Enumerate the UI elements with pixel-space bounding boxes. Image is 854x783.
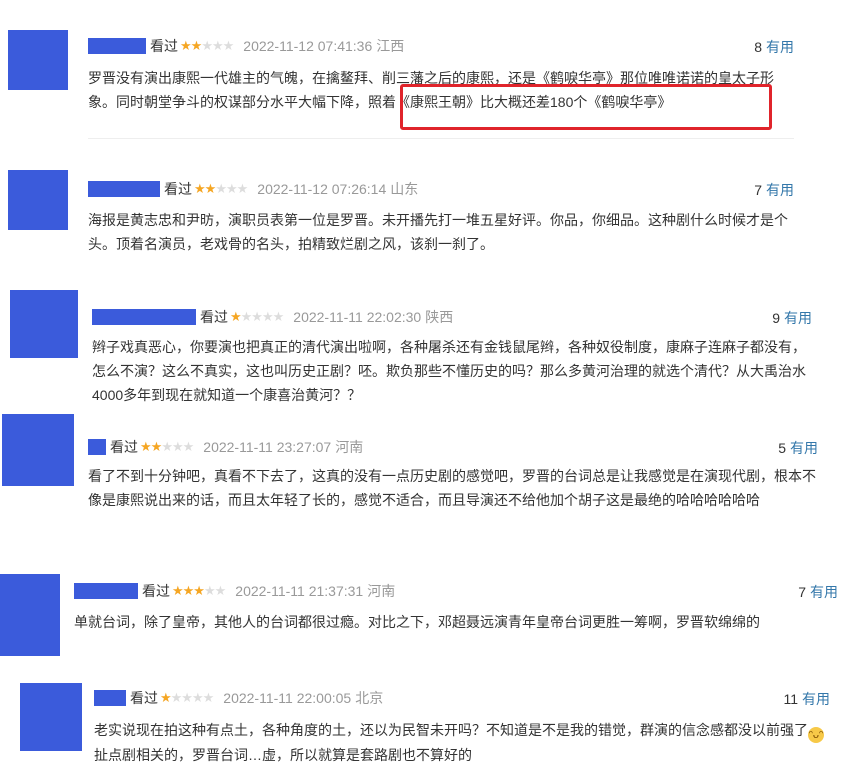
- comment-header: 看过 ★★★★★ 2022-11-11 23:27:07 河南: [88, 437, 363, 457]
- watched-status: 看过: [164, 181, 192, 197]
- rating-stars: ★★★★★: [172, 583, 226, 598]
- useful-button[interactable]: 有用: [784, 310, 812, 326]
- comment-text: 海报是黄志忠和尹昉，演职员表第一位是罗晋。未开播先打一堆五星好评。你品，你细品。…: [88, 212, 788, 252]
- useful-vote[interactable]: 11 有用: [783, 689, 830, 709]
- useful-vote[interactable]: 7 有用: [798, 582, 838, 602]
- rating-stars: ★★★★★: [180, 38, 234, 53]
- divider: [88, 138, 794, 139]
- comment-time: 2022-11-12 07:41:36: [243, 38, 373, 54]
- useful-button[interactable]: 有用: [766, 39, 794, 55]
- comment-header: 看过 ★★★★★ 2022-11-11 21:37:31 河南: [74, 581, 395, 601]
- useful-button[interactable]: 有用: [802, 691, 830, 707]
- avatar[interactable]: [20, 683, 82, 751]
- highlight-box: [400, 84, 772, 130]
- rating-stars: ★★★★★: [140, 439, 194, 454]
- username[interactable]: [88, 439, 106, 455]
- comment-time: 2022-11-11 22:00:05: [223, 690, 352, 706]
- avatar[interactable]: [2, 414, 74, 486]
- watched-status: 看过: [200, 309, 228, 325]
- comment-time: 2022-11-11 21:37:31: [235, 583, 364, 599]
- comment-text: 辫子戏真恶心，你要演也把真正的清代演出啦啊，各种屠杀还有金钱鼠尾辫，各种奴役制度…: [92, 339, 806, 403]
- username[interactable]: [94, 690, 126, 706]
- useful-vote[interactable]: 9 有用: [772, 308, 812, 328]
- watched-status: 看过: [150, 38, 178, 54]
- useful-button[interactable]: 有用: [766, 182, 794, 198]
- comment-time: 2022-11-11 22:02:30: [293, 309, 422, 325]
- comment-text: 看了不到十分钟吧，真看不下去了，这真的没有一点历史剧的感觉吧，罗晋的台词总是让我…: [88, 468, 816, 508]
- rating-stars: ★★★★★: [230, 309, 284, 324]
- rating-stars: ★★★★★: [160, 690, 214, 705]
- comment-header: 看过 ★★★★★ 2022-11-11 22:00:05 北京: [94, 688, 383, 708]
- watched-status: 看过: [142, 583, 170, 599]
- comment-location: 河南: [335, 439, 364, 455]
- useful-vote[interactable]: 7 有用: [754, 180, 794, 200]
- comment-location: 河南: [367, 583, 396, 599]
- comment-header: 看过 ★★★★★ 2022-11-12 07:26:14 山东: [88, 179, 418, 199]
- useful-vote[interactable]: 5 有用: [778, 438, 818, 458]
- watched-status: 看过: [130, 690, 158, 706]
- username[interactable]: [74, 583, 138, 599]
- comment-location: 江西: [376, 38, 405, 54]
- rating-stars: ★★★★★: [194, 181, 248, 196]
- comment-location: 山东: [390, 181, 419, 197]
- watched-status: 看过: [110, 439, 138, 455]
- username[interactable]: [88, 181, 160, 197]
- comment-text: 单就台词，除了皇帝，其他人的台词都很过瘾。对比之下，邓超聂远演青年皇帝台词更胜一…: [74, 614, 760, 630]
- comment-header: 看过 ★★★★★ 2022-11-12 07:41:36 江西: [88, 36, 404, 56]
- comment-location: 陕西: [425, 309, 454, 325]
- comment-location: 北京: [355, 690, 384, 706]
- laughing-face-icon: ᵔᴗᵔ: [808, 727, 824, 743]
- useful-count: 5: [778, 440, 786, 456]
- useful-button[interactable]: 有用: [810, 584, 838, 600]
- comment-text: 老实说现在拍这种有点土，各种角度的土，还以为民智未开吗？不知道是不是我的错觉，群…: [94, 718, 834, 767]
- comment-time: 2022-11-12 07:26:14: [257, 181, 387, 197]
- useful-vote[interactable]: 8 有用: [754, 37, 794, 57]
- useful-count: 7: [754, 182, 762, 198]
- username[interactable]: [92, 309, 196, 325]
- comment-text-part: 扯点剧相关的，罗晋台词…虚，所以就算是套路剧也不算好的: [94, 747, 472, 763]
- useful-count: 7: [798, 584, 806, 600]
- comment-time: 2022-11-11 23:27:07: [203, 439, 332, 455]
- useful-button[interactable]: 有用: [790, 440, 818, 456]
- username[interactable]: [88, 38, 146, 54]
- avatar[interactable]: [8, 30, 68, 90]
- useful-count: 8: [754, 39, 762, 55]
- useful-count: 11: [783, 691, 798, 707]
- avatar[interactable]: [0, 574, 60, 656]
- useful-count: 9: [772, 310, 780, 326]
- avatar[interactable]: [8, 170, 68, 230]
- comment-header: 看过 ★★★★★ 2022-11-11 22:02:30 陕西: [92, 307, 453, 327]
- comment-text-part: 老实说现在拍这种有点土，各种角度的土，还以为民智未开吗？不知道是不是我的错觉，群…: [94, 722, 808, 738]
- avatar[interactable]: [10, 290, 78, 358]
